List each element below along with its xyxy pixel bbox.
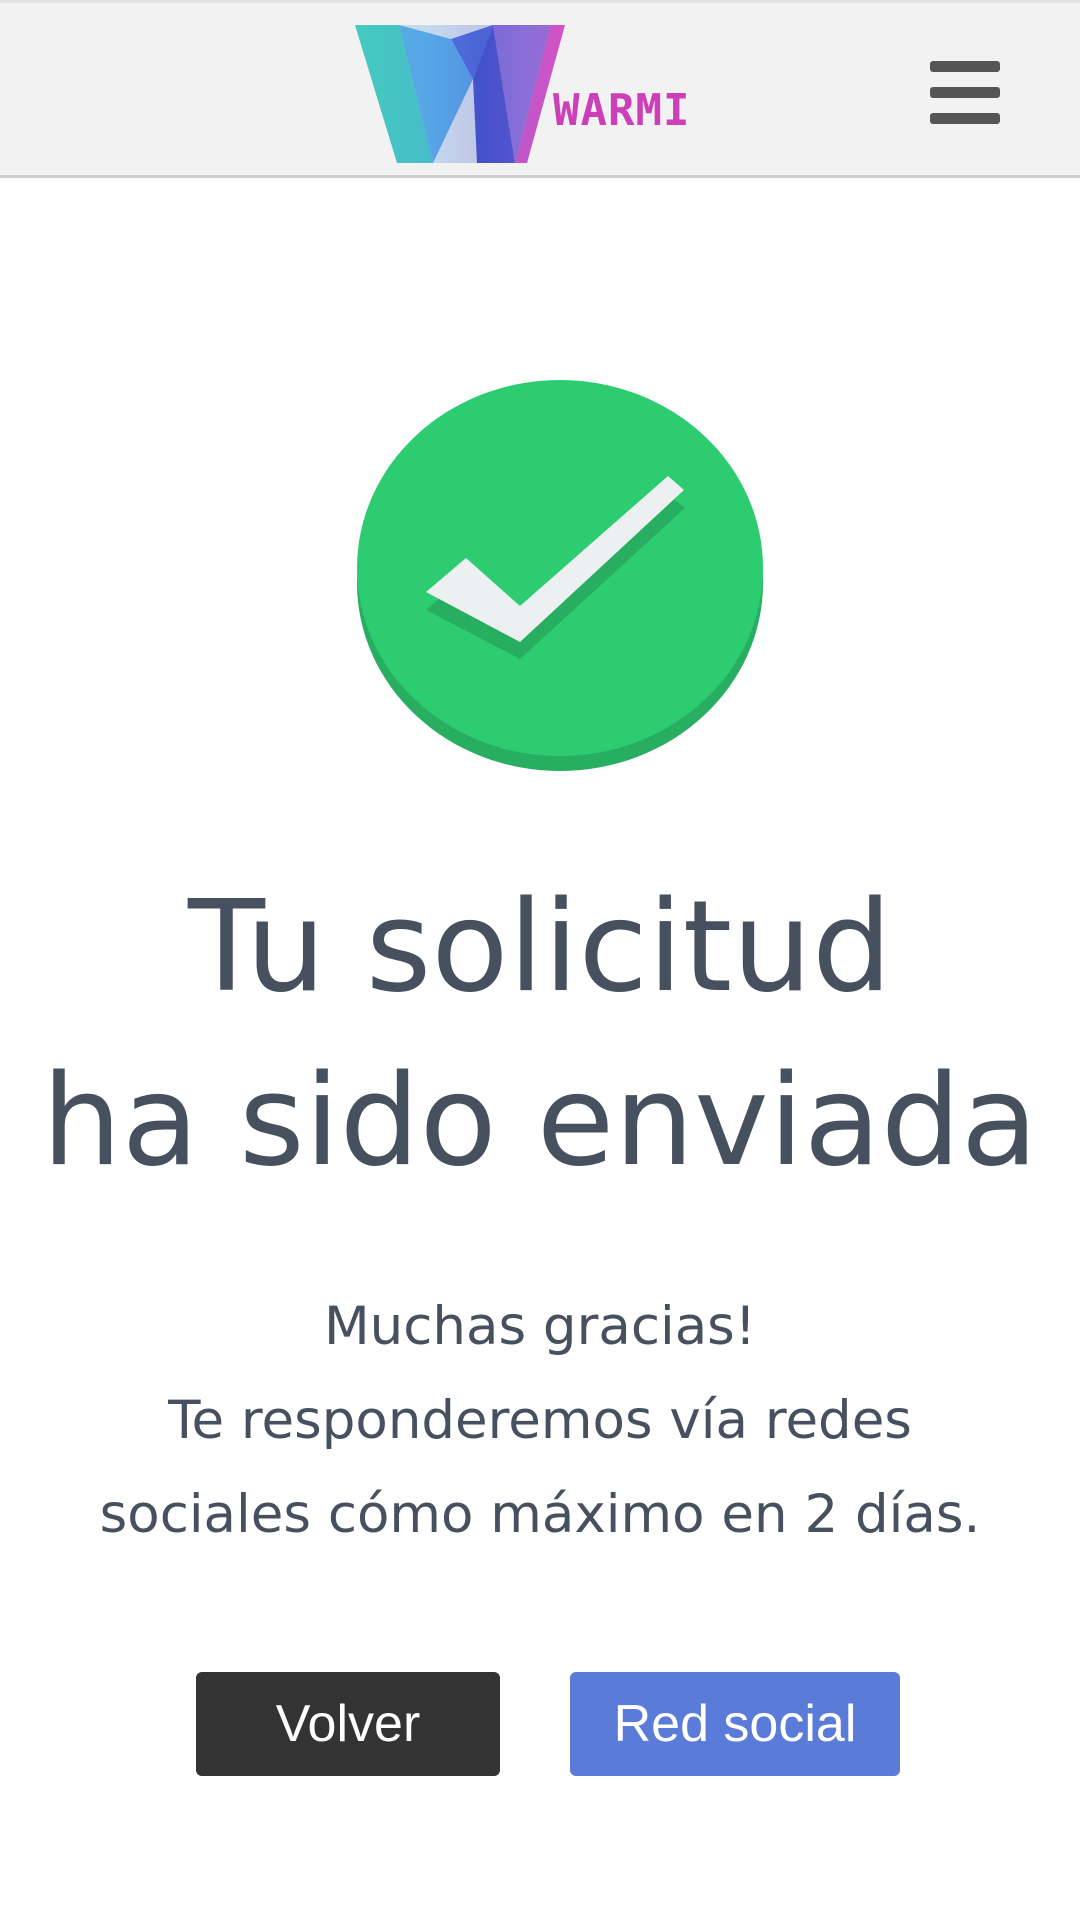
title-line-2: ha sido enviada — [41, 1047, 1039, 1194]
message-line-1: Muchas gracias! — [323, 1296, 757, 1357]
confirmation-message: Muchas gracias! Te responderemos vía red… — [0, 1280, 1080, 1562]
social-network-button[interactable]: Red social — [570, 1672, 900, 1776]
hamburger-menu-icon[interactable] — [924, 57, 1004, 127]
message-line-3: sociales cómo máximo en 2 días. — [99, 1484, 981, 1545]
back-button[interactable]: Volver — [196, 1672, 500, 1776]
check-circle-icon — [356, 380, 766, 774]
logo-wordmark: WARMI — [553, 85, 691, 136]
warmi-w-logo-icon — [355, 25, 565, 163]
title-line-1: Tu solicitud — [187, 873, 892, 1020]
message-line-2: Te responderemos vía redes — [168, 1390, 912, 1451]
page-title: Tu solicitud ha sido enviada — [0, 860, 1080, 1208]
warmi-logo[interactable]: WARMI — [355, 19, 695, 173]
app-header: WARMI — [0, 0, 1080, 178]
